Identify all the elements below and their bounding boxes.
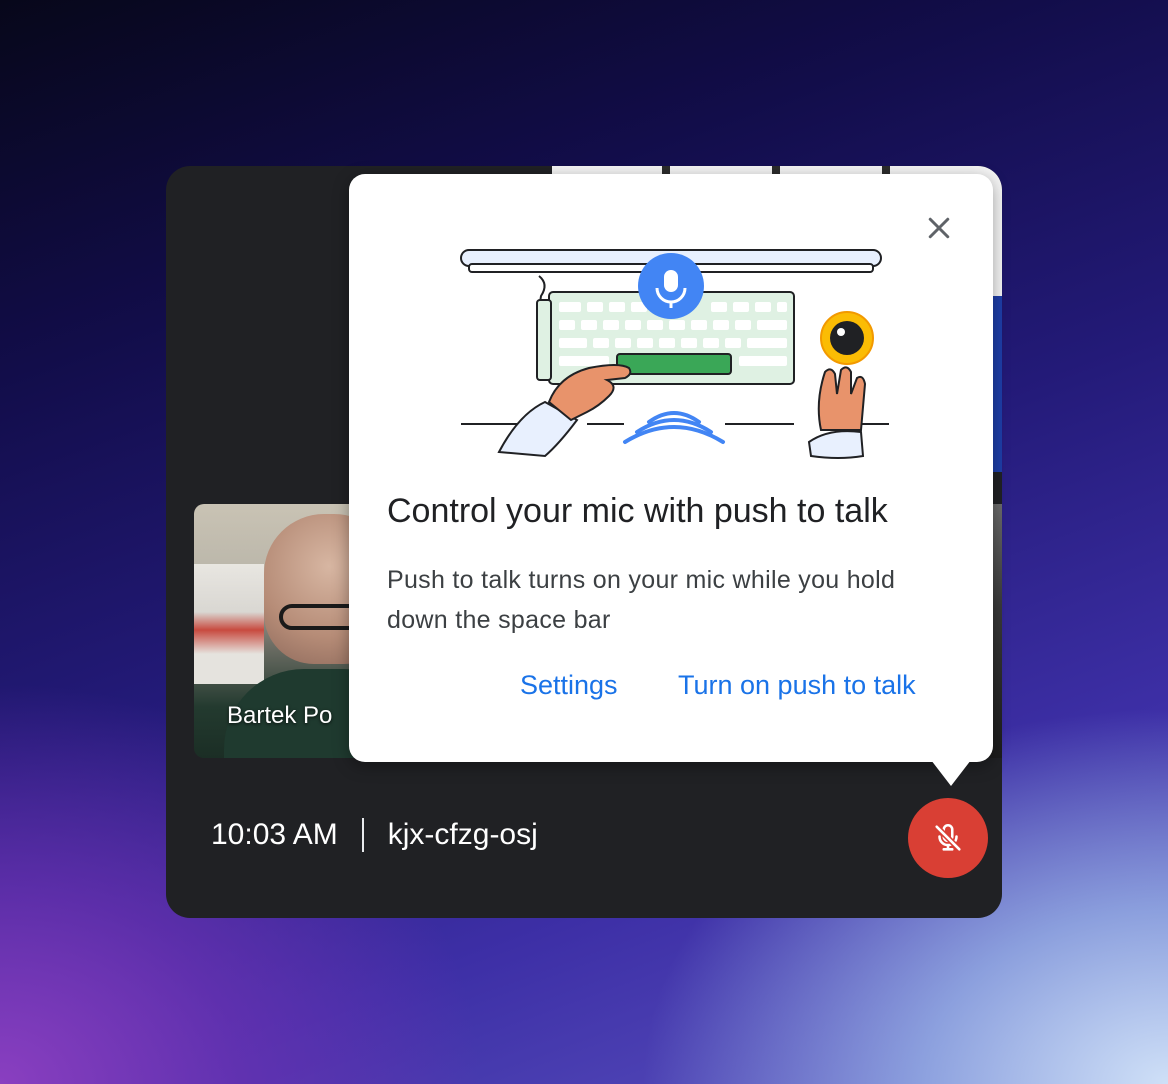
close-button[interactable]	[917, 206, 961, 250]
popup-title: Control your mic with push to talk	[387, 492, 888, 530]
meeting-code: kjx-cfzg-osj	[387, 818, 538, 851]
participant-name: Bartek Po	[227, 702, 333, 729]
divider	[361, 818, 364, 852]
settings-button[interactable]: Settings	[520, 670, 618, 701]
meeting-time: 10:03 AM	[211, 818, 338, 851]
mic-toggle-button[interactable]	[908, 798, 988, 878]
video-background	[194, 564, 264, 684]
turn-on-push-to-talk-button[interactable]: Turn on push to talk	[678, 670, 916, 701]
meeting-info: 10:03 AM kjx-cfzg-osj	[211, 818, 538, 852]
popup-pointer	[931, 760, 971, 786]
close-icon	[928, 217, 950, 239]
popup-description: Push to talk turns on your mic while you…	[387, 566, 896, 634]
mic-off-icon	[934, 823, 962, 852]
push-to-talk-illustration	[460, 249, 889, 459]
popup-actions: Settings Turn on push to talk	[349, 670, 993, 710]
push-to-talk-popup: Control your mic with push to talk Push …	[349, 174, 993, 762]
